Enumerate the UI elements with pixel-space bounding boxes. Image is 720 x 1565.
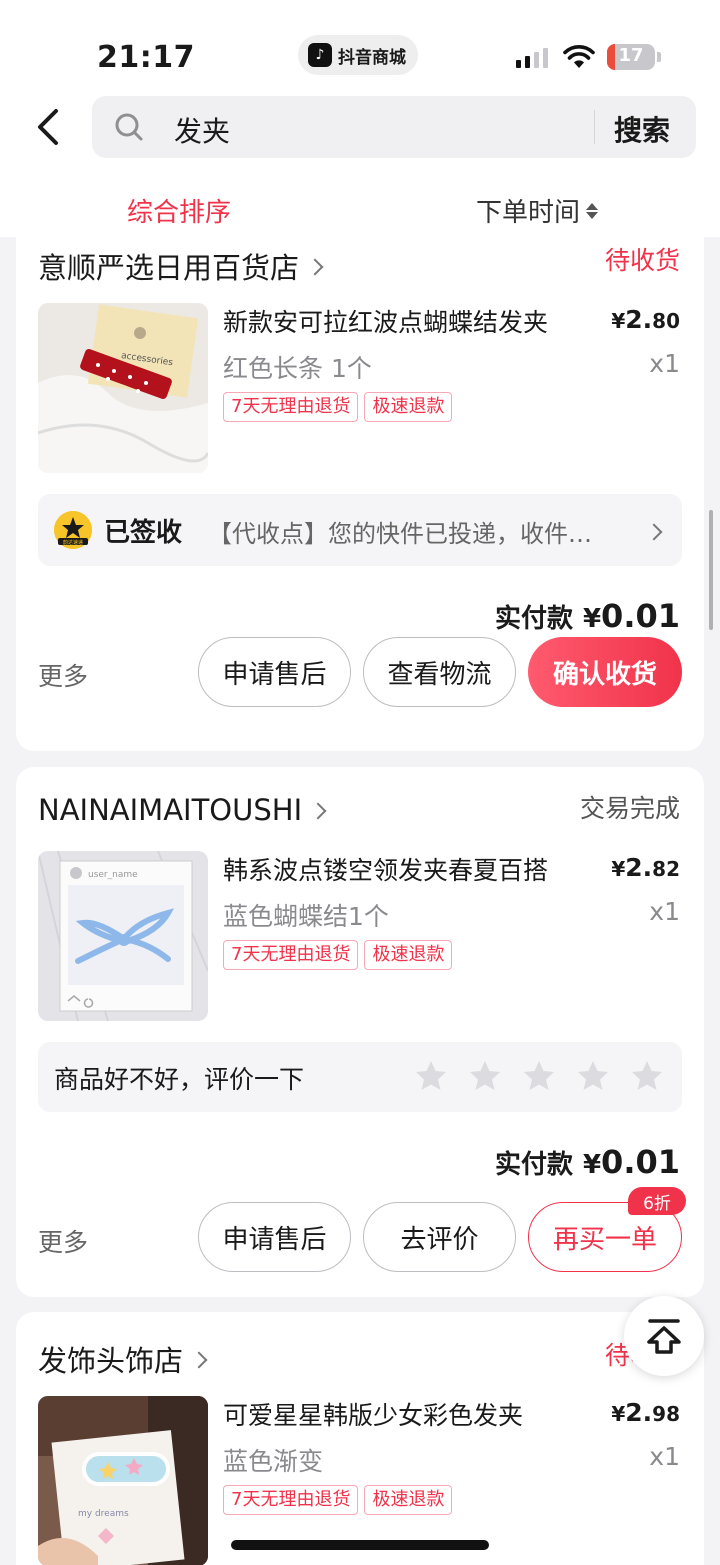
product-qty: x1 xyxy=(649,349,680,378)
search-icon xyxy=(115,113,143,141)
return-policy-tag: 7天无理由退货 xyxy=(223,392,359,422)
confirm-receipt-button[interactable]: 确认收货 xyxy=(528,637,682,707)
battery-tip xyxy=(657,52,661,62)
return-policy-tag: 7天无理由退货 xyxy=(223,1485,359,1515)
sort-comprehensive-tab[interactable]: 综合排序 xyxy=(127,192,231,229)
rating-stars[interactable] xyxy=(414,1059,664,1093)
status-time: 21:17 xyxy=(97,40,195,75)
more-link[interactable]: 更多 xyxy=(38,1223,88,1259)
after-sales-button[interactable]: 申请售后 xyxy=(198,637,351,707)
search-divider xyxy=(594,110,595,144)
logistics-detail: 【代收点】您的快件已投递，收件人请及时取件 xyxy=(208,520,608,548)
back-to-top-icon xyxy=(647,1319,681,1354)
shop-name-link[interactable]: NAINAIMAITOUSHI xyxy=(38,793,327,827)
star-icon[interactable] xyxy=(522,1059,556,1093)
app-indicator-pill[interactable]: ♪ 抖音商城 xyxy=(298,35,418,75)
order-list[interactable]: 意顺严选日用百货店 待收货 accessories 新款安可拉红波点蝴蝶结发夹 … xyxy=(0,237,720,1565)
sort-order-time-tab[interactable]: 下单时间 xyxy=(476,192,599,229)
search-input[interactable]: 发夹 搜索 xyxy=(92,96,696,158)
order-status: 待收货 xyxy=(604,246,680,275)
fast-refund-tag: 极速退款 xyxy=(364,1485,453,1515)
product-thumbnail[interactable]: my dreams xyxy=(38,1396,208,1565)
fast-refund-tag: 极速退款 xyxy=(364,940,453,970)
service-tags: 7天无理由退货 极速退款 xyxy=(223,392,453,422)
search-header: 发夹 搜索 xyxy=(0,95,720,165)
shop-name: NAINAIMAITOUSHI xyxy=(38,793,303,827)
paid-amount: 实付款 ¥0.01 xyxy=(495,597,680,635)
app-name: 抖音商城 xyxy=(338,47,406,68)
paid-label: 实付款 xyxy=(494,1150,573,1180)
shop-name: 发饰头饰店 xyxy=(38,1344,184,1378)
paid-value: ¥0.01 xyxy=(582,597,680,635)
battery-icon: 17 xyxy=(607,44,655,70)
return-policy-tag: 7天无理由退货 xyxy=(223,940,359,970)
sort-bar: 综合排序 下单时间 xyxy=(0,165,720,237)
search-button[interactable]: 搜索 xyxy=(614,109,670,149)
product-thumbnail[interactable]: user_name xyxy=(38,851,208,1021)
product-qty: x1 xyxy=(649,897,680,926)
fast-refund-tag: 极速退款 xyxy=(364,392,453,422)
chevron-right-icon xyxy=(306,258,324,276)
product-spec: 蓝色蝴蝶结1个 xyxy=(223,902,389,931)
status-bar: 21:17 ♪ 抖音商城 17 xyxy=(0,0,720,100)
star-icon[interactable] xyxy=(576,1059,610,1093)
courier-logo-icon: 韵达速递 xyxy=(54,511,92,549)
product-title[interactable]: 可爱星星韩版少女彩色发夹 xyxy=(223,1396,583,1432)
wifi-icon xyxy=(563,45,595,68)
star-icon[interactable] xyxy=(414,1059,448,1093)
paid-value: ¥0.01 xyxy=(582,1143,680,1181)
product-title[interactable]: 韩系波点镂空领发夹春夏百搭 xyxy=(223,851,583,887)
logistics-status: 已签收 xyxy=(104,518,183,548)
shop-name: 意顺严选日用百货店 xyxy=(38,251,300,285)
search-keyword[interactable]: 发夹 xyxy=(174,110,230,150)
logistics-bar[interactable]: 韵达速递 已签收 【代收点】您的快件已投递，收件人请及时取件 xyxy=(38,494,682,566)
paid-label: 实付款 xyxy=(494,604,573,634)
order-card: 发饰头饰店 待收货 my dreams 可爱星星韩版少女彩色发夹 ¥2.98 蓝… xyxy=(16,1312,704,1565)
product-title[interactable]: 新款安可拉红波点蝴蝶结发夹 xyxy=(223,303,583,339)
star-icon[interactable] xyxy=(468,1059,502,1093)
product-qty: x1 xyxy=(649,1442,680,1471)
service-tags: 7天无理由退货 极速退款 xyxy=(223,1485,453,1515)
after-sales-button[interactable]: 申请售后 xyxy=(198,1202,351,1272)
back-arrow-icon[interactable] xyxy=(30,105,70,149)
order-status: 交易完成 xyxy=(579,794,680,823)
product-image: user_name xyxy=(38,851,208,1021)
svg-text:韵达速递: 韵达速递 xyxy=(63,539,83,546)
discount-badge: 6折 xyxy=(628,1187,686,1215)
service-tags: 7天无理由退货 极速退款 xyxy=(223,940,453,970)
chevron-right-icon xyxy=(309,802,327,820)
star-icon[interactable] xyxy=(630,1059,664,1093)
shop-name-link[interactable]: 发饰头饰店 xyxy=(38,1338,208,1380)
sort-arrows-icon xyxy=(586,202,599,219)
view-logistics-button[interactable]: 查看物流 xyxy=(363,637,516,707)
signal-icon xyxy=(516,48,548,68)
battery-level: 17 xyxy=(618,45,644,66)
product-price: ¥2.82 xyxy=(611,853,680,882)
product-spec: 红色长条 1个 xyxy=(223,354,372,383)
order-card: NAINAIMAITOUSHI 交易完成 user_name 韩系波点镂空领发夹… xyxy=(16,767,704,1297)
order-card: 意顺严选日用百货店 待收货 accessories 新款安可拉红波点蝴蝶结发夹 … xyxy=(16,237,704,751)
thumb-label: my dreams xyxy=(78,1509,129,1519)
thumb-label: user_name xyxy=(88,870,138,880)
back-to-top-button[interactable] xyxy=(624,1296,704,1376)
review-prompt: 商品好不好，评价一下 xyxy=(54,1065,305,1094)
product-image: my dreams xyxy=(38,1396,208,1565)
douyin-logo-icon: ♪ xyxy=(308,43,332,67)
review-bar[interactable]: 商品好不好，评价一下 xyxy=(38,1042,682,1112)
product-price: ¥2.98 xyxy=(611,1398,680,1427)
product-spec: 蓝色渐变 xyxy=(223,1447,324,1476)
scrollbar[interactable] xyxy=(709,510,713,630)
more-link[interactable]: 更多 xyxy=(38,657,88,693)
paid-amount: 实付款 ¥0.01 xyxy=(495,1143,680,1181)
shop-name-link[interactable]: 意顺严选日用百货店 xyxy=(38,245,324,287)
product-image: accessories xyxy=(38,303,208,473)
write-review-button[interactable]: 去评价 xyxy=(363,1202,516,1272)
chevron-right-icon xyxy=(645,523,663,541)
home-indicator[interactable] xyxy=(231,1540,489,1550)
product-price: ¥2.80 xyxy=(611,305,680,334)
sort-order-time-label: 下单时间 xyxy=(476,198,581,228)
product-thumbnail[interactable]: accessories xyxy=(38,303,208,473)
chevron-right-icon xyxy=(190,1351,208,1369)
